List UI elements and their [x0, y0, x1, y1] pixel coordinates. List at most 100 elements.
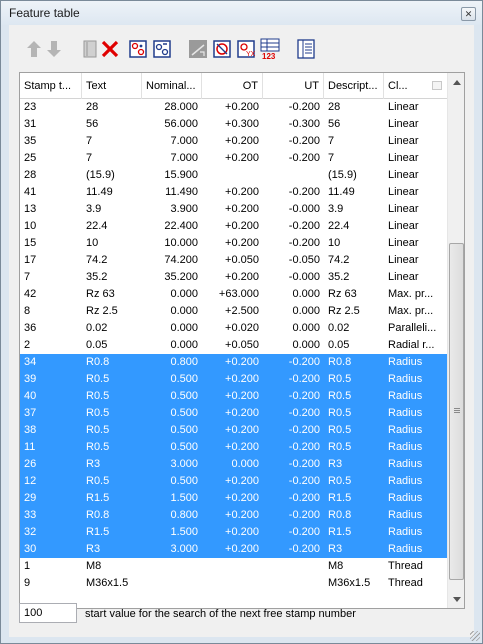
cell-ut: -0.300: [288, 118, 320, 130]
column-header-stamp[interactable]: Stamp t...: [20, 73, 82, 99]
cell-ot: 0.000: [231, 458, 259, 470]
cell-ut: -0.050: [288, 254, 320, 266]
table-row[interactable]: 26 R3 3.000 0.000 -0.200 R3 Radius: [20, 456, 448, 473]
notepad-button[interactable]: [79, 38, 101, 60]
cell-stamp: 8: [24, 305, 31, 317]
table-row[interactable]: 28 (15.9) 15.900 (15.9) Linear: [20, 167, 448, 184]
cell-stamp: 15: [24, 237, 37, 249]
chevron-up-icon: [452, 79, 461, 85]
column-header-ut[interactable]: UT: [263, 73, 324, 99]
cell-nominal: 22.400: [164, 220, 198, 232]
column-header-description[interactable]: Descript...: [324, 73, 384, 99]
cell-ut: -0.200: [288, 135, 320, 147]
table-row[interactable]: 36 0.02 0.000 +0.020 0.000 0.02 Paralleli...: [20, 320, 448, 337]
column-header-ot[interactable]: OT: [202, 73, 263, 99]
table-row[interactable]: 7 35.2 35.200 +0.200 -0.000 35.2 Linear: [20, 269, 448, 286]
scrollbar-thumb[interactable]: [449, 243, 464, 580]
toolbar: YX 123: [23, 38, 443, 60]
cell-class: Paralleli...: [388, 322, 437, 334]
cell-ot: +0.050: [225, 339, 259, 351]
table-row[interactable]: 30 R3 3.000 +0.200 -0.200 R3 Radius: [20, 541, 448, 558]
cell-ut: -0.200: [288, 526, 320, 538]
table-row[interactable]: 39 R0.5 0.500 +0.200 -0.200 R0.5 Radius: [20, 371, 448, 388]
cell-stamp: 10: [24, 220, 37, 232]
table-row[interactable]: 31 56 56.000 +0.300 -0.300 56 Linear: [20, 116, 448, 133]
table-row[interactable]: 42 Rz 63 0.000 +63.000 0.000 Rz 63 Max. pr...: [20, 286, 448, 303]
cell-nominal: 0.000: [170, 305, 198, 317]
cell-text: R0.5: [86, 424, 110, 436]
table-row[interactable]: 37 R0.5 0.500 +0.200 -0.200 R0.5 Radius: [20, 405, 448, 422]
cell-text: R0.5: [86, 373, 110, 385]
cell-text: R0.5: [86, 407, 110, 419]
table-row[interactable]: 8 Rz 2.5 0.000 +2.500 0.000 Rz 2.5 Max. pr...: [20, 303, 448, 320]
table-row[interactable]: 2 0.05 0.000 +0.050 0.000 0.05 Radial r...: [20, 337, 448, 354]
svg-text:123: 123: [262, 52, 276, 60]
table-row[interactable]: 1 M8 M8 Thread: [20, 558, 448, 575]
stamp-region-button[interactable]: [127, 38, 149, 60]
cell-stamp: 31: [24, 118, 37, 130]
cell-text: 3.9: [86, 203, 102, 215]
stamp-region-2-button[interactable]: [151, 38, 173, 60]
feature-table-grid[interactable]: Stamp t... Text Nominal... OT UT Descrip…: [19, 72, 465, 609]
column-header-class[interactable]: Cl...: [384, 73, 448, 99]
column-settings-button[interactable]: [295, 38, 317, 60]
table-row[interactable]: 17 74.2 74.200 +0.050 -0.050 74.2 Linear: [20, 252, 448, 269]
delete-button[interactable]: [99, 38, 121, 60]
scroll-down-button[interactable]: [449, 591, 464, 607]
table-row[interactable]: 38 R0.5 0.500 +0.200 -0.200 R0.5 Radius: [20, 422, 448, 439]
table-row[interactable]: 25 7 7.000 +0.200 -0.200 7 Linear: [20, 150, 448, 167]
table-row[interactable]: 23 28 28.000 +0.200 -0.200 28 Linear: [20, 99, 448, 116]
cell-ut: -0.200: [288, 441, 320, 453]
cell-class: Radius: [388, 475, 423, 487]
cell-class: Thread: [388, 560, 423, 572]
table-row[interactable]: 10 22.4 22.400 +0.200 -0.200 22.4 Linear: [20, 218, 448, 235]
table-row[interactable]: 40 R0.5 0.500 +0.200 -0.200 R0.5 Radius: [20, 388, 448, 405]
scroll-up-button[interactable]: [449, 74, 464, 90]
dimension-icon: [189, 40, 207, 58]
column-header-nominal[interactable]: Nominal...: [142, 73, 202, 99]
move-down-button[interactable]: [43, 38, 65, 60]
cell-description: Rz 63: [328, 288, 357, 300]
table-row[interactable]: 34 R0.8 0.800 +0.200 -0.200 R0.8 Radius: [20, 354, 448, 371]
table-row[interactable]: 33 R0.8 0.800 +0.200 -0.200 R0.8 Radius: [20, 507, 448, 524]
column-chooser-icon[interactable]: [432, 81, 442, 90]
cell-stamp: 7: [24, 271, 31, 283]
cell-class: Linear: [388, 169, 419, 181]
table-row[interactable]: 12 R0.5 0.500 +0.200 -0.200 R0.5 Radius: [20, 473, 448, 490]
stamp-region-2-icon: [153, 40, 171, 58]
cell-nominal: 74.200: [164, 254, 198, 266]
move-up-button[interactable]: [23, 38, 45, 60]
cell-stamp: 30: [24, 543, 37, 555]
cell-description: R1.5: [328, 492, 352, 504]
table-row[interactable]: 29 R1.5 1.500 +0.200 -0.200 R1.5 Radius: [20, 490, 448, 507]
resize-grip[interactable]: [470, 631, 480, 641]
cell-nominal: 3.900: [170, 203, 198, 215]
cell-ot: +0.200: [225, 203, 259, 215]
table-row[interactable]: 11 R0.5 0.500 +0.200 -0.200 R0.5 Radius: [20, 439, 448, 456]
cell-description: 56: [328, 118, 341, 130]
title-bar[interactable]: Feature table ✕: [1, 1, 482, 25]
cell-ot: [202, 167, 263, 184]
cell-class: Linear: [388, 271, 419, 283]
table-row[interactable]: 35 7 7.000 +0.200 -0.200 7 Linear: [20, 133, 448, 150]
renumber-button[interactable]: [211, 38, 233, 60]
numbering-list-button[interactable]: 123: [259, 38, 281, 60]
table-row[interactable]: 15 10 10.000 +0.200 -0.200 10 Linear: [20, 235, 448, 252]
cell-description: 22.4: [328, 220, 350, 232]
table-row[interactable]: 9 M36x1.5 M36x1.5 Thread: [20, 575, 448, 592]
start-value-input[interactable]: [19, 603, 77, 623]
table-row[interactable]: 13 3.9 3.900 +0.200 -0.000 3.9 Linear: [20, 201, 448, 218]
cell-stamp: 42: [24, 288, 37, 300]
close-button[interactable]: ✕: [461, 7, 476, 21]
cell-ut: -0.200: [288, 373, 320, 385]
table-row[interactable]: 41 11.49 11.490 +0.200 -0.200 11.49 Linear: [20, 184, 448, 201]
delete-icon: [101, 40, 119, 58]
cell-nominal: 0.000: [170, 288, 198, 300]
dimension-button[interactable]: [187, 38, 209, 60]
table-row[interactable]: 32 R1.5 1.500 +0.200 -0.200 R1.5 Radius: [20, 524, 448, 541]
vertical-scrollbar[interactable]: [447, 73, 464, 608]
cell-nominal: 0.500: [170, 475, 198, 487]
renumber-xy-button[interactable]: YX: [235, 38, 257, 60]
cell-ot: +63.000: [218, 288, 259, 300]
column-header-text[interactable]: Text: [82, 73, 142, 99]
